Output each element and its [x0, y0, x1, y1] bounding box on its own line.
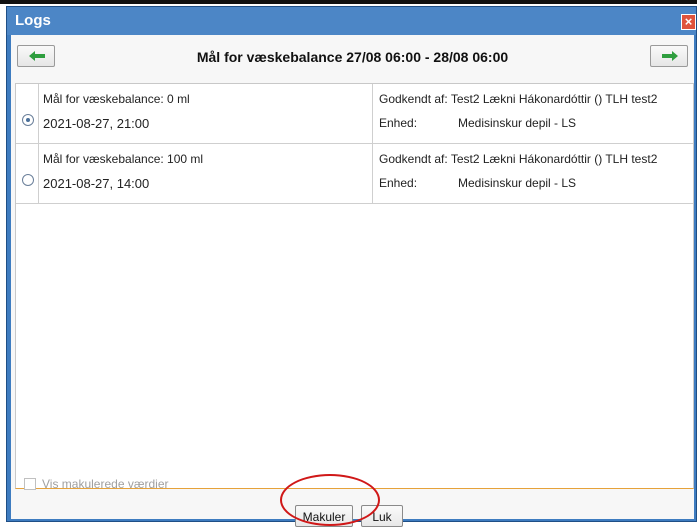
- logs-dialog: Logs × Mål for væskebalance 27/08 06:00 …: [6, 6, 697, 527]
- dialog-title: Logs: [15, 12, 51, 29]
- show-voided-label: Vis makulerede værdier: [42, 477, 169, 491]
- date-navigation: Mål for væskebalance 27/08 06:00 - 28/08…: [11, 35, 694, 75]
- makuler-button[interactable]: Makuler: [295, 505, 353, 527]
- title-bar: Logs ×: [7, 7, 696, 35]
- entry-unit-label: Enhed:: [379, 176, 418, 190]
- close-button[interactable]: ×: [681, 14, 696, 30]
- entry-unit-value: Medisinskur depil - LS: [458, 116, 577, 130]
- luk-button[interactable]: Luk: [361, 505, 403, 527]
- log-row[interactable]: Mål for væskebalance: 100 ml 2021-08-27,…: [16, 144, 693, 204]
- column-divider: [372, 144, 373, 203]
- entry-approved-by: Godkendt af: Test2 Lækni Hákonardóttir (…: [379, 92, 658, 106]
- column-divider: [372, 84, 373, 143]
- entry-title: Mål for væskebalance: 100 ml: [43, 152, 204, 166]
- checkbox-box[interactable]: [24, 478, 36, 490]
- column-divider: [38, 144, 39, 203]
- entry-date: 2021-08-27, 21:00: [43, 116, 150, 131]
- log-list: Mål for væskebalance: 0 ml 2021-08-27, 2…: [15, 83, 694, 489]
- entry-title: Mål for væskebalance: 0 ml: [43, 92, 190, 106]
- period-title: Mål for væskebalance 27/08 06:00 - 28/08…: [196, 49, 509, 65]
- next-period-button[interactable]: [650, 45, 688, 67]
- top-border: [0, 0, 697, 4]
- dialog-content: Mål for væskebalance 27/08 06:00 - 28/08…: [11, 35, 694, 527]
- column-divider: [38, 84, 39, 143]
- entry-approved-by: Godkendt af: Test2 Lækni Hákonardóttir (…: [379, 152, 658, 166]
- arrow-right-icon: [662, 51, 678, 61]
- entry-date: 2021-08-27, 14:00: [43, 176, 150, 191]
- entry-unit-value: Medisinskur depil - LS: [458, 176, 577, 190]
- entry-unit-label: Enhed:: [379, 116, 418, 130]
- row-radio-button[interactable]: [22, 114, 34, 126]
- log-row[interactable]: Mål for væskebalance: 0 ml 2021-08-27, 2…: [16, 84, 693, 144]
- show-voided-checkbox[interactable]: Vis makulerede værdier: [24, 477, 169, 491]
- row-radio-button[interactable]: [22, 174, 34, 186]
